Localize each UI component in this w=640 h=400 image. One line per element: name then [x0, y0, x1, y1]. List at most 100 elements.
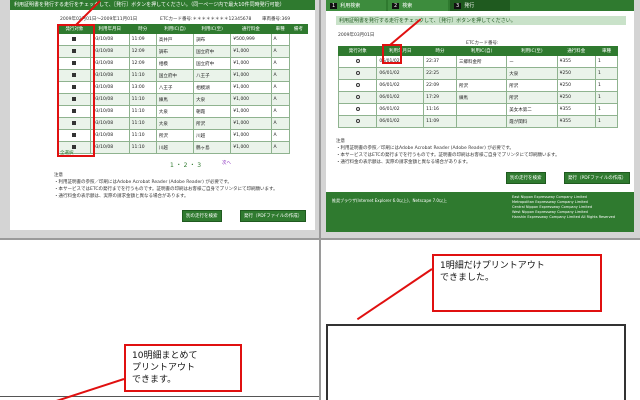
screenshot-single-select: 1 利用検索 2 検索 3 発行 利用証明書を発行する走行をチェックして、［発行］ボタ… — [320, 0, 640, 238]
column-header: 車種 — [595, 46, 618, 56]
issue-page-panel: 1 利用検索 2 検索 3 発行 利用証明書を発行する走行をチェックして、［発行］ボタ… — [326, 0, 634, 232]
table-cell: 03/10/08 — [89, 129, 130, 142]
table-row: 06/01/02 11:16 美女木第二 ¥355 1 — [337, 103, 618, 116]
radio-highlight — [382, 44, 402, 64]
table-cell: 大泉 — [193, 93, 232, 106]
table-cell: 三郷料金所 — [455, 55, 508, 68]
table-cell: 11:10 — [128, 129, 157, 142]
note-1: ・利用証明書の参照／印刷にはAdobe Acrobat Reader (Adob… — [54, 180, 232, 185]
table-cell: ¥1,000 — [230, 45, 272, 58]
table-row: 06/01/02 22:09 所沢 所沢 ¥250 1 — [337, 79, 618, 92]
column-header: 利用IC(自) — [155, 24, 195, 34]
table-row: 03/10/08 12:09 調布 国立府中 ¥1,000 A — [58, 45, 308, 58]
table-cell: ¥250 — [556, 79, 597, 92]
note-3: ・通行料金の表示額は、実際の請求金額と異なる場合があります。 — [54, 194, 189, 199]
table-cell: 06/01/02 — [376, 67, 425, 80]
table-cell: 03/10/08 — [89, 57, 130, 70]
table-cell: 03/10/08 — [89, 33, 130, 46]
checkbox-column-highlight — [57, 24, 95, 157]
table-row: 03/10/08 13:00 八王子 相模湖 ¥1,000 A — [58, 81, 308, 94]
select-cell — [337, 67, 378, 80]
table-cell: 12:09 — [128, 45, 157, 58]
column-header: 利用IC(自) — [455, 46, 508, 56]
table-cell: 美女木第二 — [506, 103, 558, 116]
column-header: 利用IC(至) — [193, 24, 232, 34]
table-cell — [455, 67, 508, 80]
printout-result-single: 1明細だけプリントアウト できました。 — [320, 240, 640, 400]
table-cell: 国立府中 — [193, 45, 232, 58]
row-radio[interactable] — [355, 70, 360, 75]
next-page-link[interactable]: 次へ — [222, 160, 231, 166]
instruction-text: 利用証明書を発行する走行をチェックして、［発行］ボタンを押してください。 — [339, 18, 516, 24]
table-cell: 調布 — [193, 33, 232, 46]
table-cell: ¥1,000 — [230, 57, 272, 70]
table-cell: A — [270, 81, 290, 94]
table-cell: ¥1,000 — [230, 141, 272, 154]
step-1: 1 利用検索 — [326, 0, 386, 11]
table-cell: 国立府中 — [155, 69, 195, 82]
table-cell: 11:10 — [128, 105, 157, 118]
table-cell: 1 — [595, 103, 618, 116]
table-cell: ¥1,000 — [230, 105, 272, 118]
table-cell: 所沢 — [455, 79, 508, 92]
note-3: ・通行料金の表示額は、実際の請求金額と異なる場合があります。 — [336, 160, 471, 165]
table-cell: ¥250 — [556, 91, 597, 104]
usage-table: 発行対象 利用年月日 時分 利用IC(自) 利用IC(至) 通行料金 車種 備考 03/10/… — [58, 24, 309, 154]
table-row: 06/01/02 17:29 練馬 所沢 ¥250 1 — [337, 91, 618, 104]
instruction-bar: 利用証明書を発行する走行をチェックして、［発行］ボタンを押してください。（同一ペ… — [10, 0, 315, 10]
table-cell: ¥250 — [556, 67, 597, 80]
note-2: ・本サービスではETCの発行までを行うものです。証明書の印刷はお客様ご自身でプリ… — [336, 153, 560, 158]
table-cell: 八王子 — [155, 81, 195, 94]
row-radio[interactable] — [355, 118, 360, 123]
instruction-text: 利用証明書を発行する走行をチェックして、［発行］ボタンを押してください。（同一ペ… — [14, 2, 285, 8]
table-cell: 03/10/08 — [89, 141, 130, 154]
table-cell — [455, 115, 508, 128]
search-other-button[interactable]: 別の走行を検索 — [506, 172, 546, 184]
pager[interactable]: 1 ・ 2 ・ 3 — [170, 160, 201, 169]
select-cell — [337, 79, 378, 92]
table-cell: ¥1,000 — [230, 69, 272, 82]
row-radio[interactable] — [355, 58, 360, 63]
printout-page — [326, 324, 626, 400]
row-radio[interactable] — [355, 82, 360, 87]
usage-table: 発行対象 利用年月日 時分 利用IC(自) 利用IC(至) 通行料金 車種 06/01/02… — [337, 46, 618, 128]
table-cell: 03/10/08 — [89, 69, 130, 82]
table-cell: 1 — [595, 67, 618, 80]
column-header: 車種 — [270, 24, 290, 34]
screenshot-multi-select: 利用証明書を発行する走行をチェックして、［発行］ボタンを押してください。（同一ペ… — [0, 0, 320, 238]
table-cell: 朝霞 — [193, 105, 232, 118]
step-bar: 1 利用検索 2 検索 3 発行 — [326, 0, 634, 11]
table-cell: 11:10 — [128, 141, 157, 154]
callout-line-1: 1明細だけプリントアウト — [440, 261, 545, 271]
quadrant-divider-horizontal — [0, 238, 640, 240]
column-header: 時分 — [423, 46, 457, 56]
printout-result-multi: 10明細まとめて プリントアウト できます。 — [0, 240, 320, 400]
column-header: 通行料金 — [556, 46, 597, 56]
table-cell: ¥1,000 — [230, 117, 272, 130]
table-row: 03/10/08 12:09 相模 国立府中 ¥1,000 A — [58, 57, 308, 70]
issue-pdf-button[interactable]: 発行（PDFファイルの作成） — [240, 210, 307, 222]
table-cell: A — [270, 57, 290, 70]
note-1: ・利用証明書の参照／印刷にはAdobe Acrobat Reader (Adob… — [336, 146, 514, 151]
table-cell: 川越 — [155, 141, 195, 154]
row-radio[interactable] — [355, 94, 360, 99]
table-cell: 所沢 — [506, 91, 558, 104]
note-2: ・本サービスではETCの発行までを行うものです。証明書の印刷はお客様ご自身でプリ… — [54, 187, 278, 192]
table-cell: 鶴ヶ島 — [193, 141, 232, 154]
table-cell: 大泉 — [155, 117, 195, 130]
table-cell: 03/10/08 — [89, 45, 130, 58]
table-cell: 練馬 — [455, 91, 508, 104]
table-cell: 03/10/08 — [89, 81, 130, 94]
table-cell — [455, 103, 508, 116]
table-cell: A — [270, 141, 290, 154]
table-row: 03/10/08 11:10 所沢 川越 ¥1,000 A — [58, 129, 308, 142]
issue-pdf-button[interactable]: 発行（PDFファイルの作成） — [564, 172, 631, 184]
search-other-button[interactable]: 別の走行を検索 — [182, 210, 222, 222]
row-radio[interactable] — [355, 106, 360, 111]
select-cell — [337, 91, 378, 104]
table-cell: 22:37 — [423, 55, 457, 68]
footer-browser-note: 推奨ブラウザ(Internet Explorer 6.0以上)、Netscape… — [332, 198, 447, 203]
table-cell: 11:09 — [128, 33, 157, 46]
table-row: 03/10/08 11:10 川越 鶴ヶ島 ¥1,000 A — [58, 141, 308, 154]
table-cell: 相模 — [155, 57, 195, 70]
